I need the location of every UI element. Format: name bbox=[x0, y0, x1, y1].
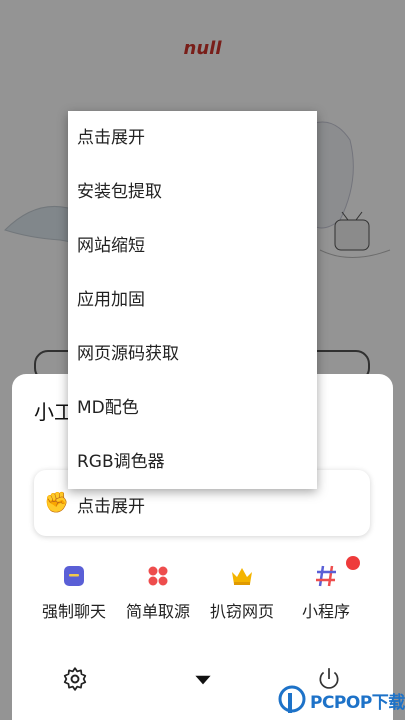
chat-box-icon bbox=[64, 566, 84, 586]
flower-icon bbox=[148, 566, 168, 586]
crown-icon bbox=[232, 568, 252, 585]
expand-card-label: 点击展开 bbox=[77, 497, 145, 517]
tool-label: 扒窃网页 bbox=[209, 602, 274, 621]
tool-grid: 强制聊天 简单取源 扒窃网页 小程序 bbox=[12, 556, 393, 622]
menu-item-expand[interactable]: 点击展开 bbox=[68, 111, 317, 165]
watermark-text: PCPOP下载 bbox=[310, 693, 405, 713]
hand-rock-icon: ✊ bbox=[44, 490, 69, 514]
watermark-p-icon bbox=[278, 685, 306, 713]
tool-mini-program[interactable]: 小程序 bbox=[280, 556, 372, 622]
menu-item-url-shorten[interactable]: 网站缩短 bbox=[68, 219, 317, 273]
menu-item-md-colors[interactable]: MD配色 bbox=[68, 381, 317, 435]
gear-icon[interactable] bbox=[62, 666, 88, 692]
hashtag-icon bbox=[316, 565, 336, 587]
menu-item-app-harden[interactable]: 应用加固 bbox=[68, 273, 317, 327]
tool-grab-webpage[interactable]: 扒窃网页 bbox=[196, 562, 288, 622]
menu-item-apk-extract[interactable]: 安装包提取 bbox=[68, 165, 317, 219]
tool-label: 强制聊天 bbox=[41, 602, 106, 621]
notification-badge bbox=[346, 556, 360, 570]
watermark-logo: PCPOP下载 bbox=[278, 682, 405, 720]
tool-force-chat[interactable]: 强制聊天 bbox=[28, 562, 120, 622]
popup-menu: 点击展开 安装包提取 网站缩短 应用加固 网页源码获取 MD配色 RGB调色器 bbox=[68, 111, 317, 489]
caret-down-icon[interactable] bbox=[190, 666, 216, 692]
tool-label: 小程序 bbox=[301, 602, 350, 621]
menu-item-rgb-picker[interactable]: RGB调色器 bbox=[68, 435, 317, 489]
menu-item-page-source[interactable]: 网页源码获取 bbox=[68, 327, 317, 381]
tool-simple-source[interactable]: 简单取源 bbox=[112, 562, 204, 622]
tool-label: 简单取源 bbox=[125, 602, 190, 621]
